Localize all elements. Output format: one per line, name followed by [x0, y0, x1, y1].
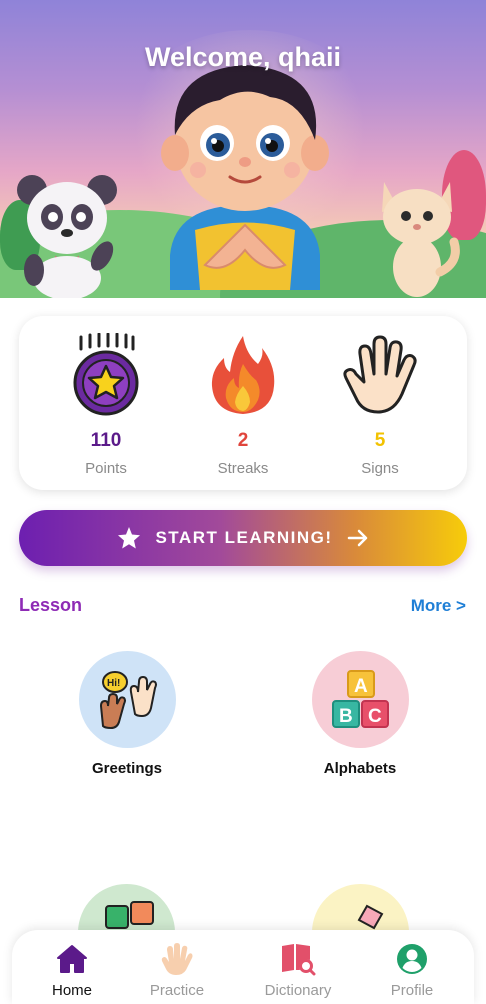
lesson-tile-alphabets[interactable]: A B C Alphabets — [285, 651, 435, 777]
nav-dictionary[interactable]: Dictionary — [248, 942, 348, 999]
nav-dictionary-label: Dictionary — [264, 982, 332, 999]
lesson-name-alphabets: Alphabets — [323, 760, 397, 777]
signs-label: Signs — [361, 460, 399, 477]
svg-text:C: C — [368, 706, 382, 727]
stat-points: 110 Points — [41, 330, 171, 477]
pencil-icon — [357, 904, 384, 930]
hand-icon — [315, 330, 445, 420]
lesson-section-title: Lesson — [19, 595, 83, 615]
nav-profile[interactable]: Profile — [362, 942, 462, 999]
abc-blocks-icon: A B C — [311, 651, 409, 748]
nav-practice-label: Practice — [149, 982, 205, 999]
welcome-title: Welcome, qhaii — [144, 42, 342, 72]
star-medal-icon — [41, 330, 171, 420]
nav-practice[interactable]: Practice — [127, 942, 227, 999]
svg-text:A: A — [354, 676, 368, 697]
hero-banner: Welcome, qhaii — [0, 0, 486, 298]
boy-character-illustration — [161, 65, 329, 290]
dictionary-search-icon — [248, 942, 348, 976]
nav-home[interactable]: Home — [22, 942, 122, 999]
signs-value: 5 — [374, 430, 386, 451]
star-icon — [117, 526, 141, 550]
numbers-blocks-icon — [105, 901, 154, 929]
home-icon — [22, 942, 122, 976]
profile-icon — [362, 942, 462, 976]
lesson-tile-greetings[interactable]: Hi! Greetings — [52, 651, 202, 777]
nav-profile-label: Profile — [390, 982, 434, 999]
stat-streaks: 2 Streaks — [178, 330, 308, 477]
start-learning-button[interactable]: START LEARNING! — [19, 510, 467, 566]
points-label: Points — [85, 460, 127, 477]
svg-text:Hi!: Hi! — [107, 678, 120, 689]
lesson-name-greetings: Greetings — [91, 760, 163, 777]
fire-icon — [178, 330, 308, 420]
greeting-hands-icon: Hi! — [78, 651, 176, 748]
stat-signs: 5 Signs — [315, 330, 445, 477]
points-value: 110 — [90, 430, 122, 451]
streaks-label: Streaks — [217, 460, 269, 477]
svg-text:B: B — [339, 706, 353, 727]
stats-card: 110 Points 2 Streaks 5 Signs — [19, 316, 467, 490]
cat-character-illustration — [382, 182, 460, 297]
panda-character-illustration — [17, 175, 117, 298]
arrow-right-icon — [347, 528, 369, 548]
nav-home-label: Home — [51, 982, 92, 999]
streaks-value: 2 — [237, 430, 249, 451]
bottom-nav: Home Practice Dictionary Profile — [12, 930, 474, 1004]
practice-hand-icon — [127, 942, 227, 976]
start-learning-label: START LEARNING! — [155, 528, 333, 547]
more-link[interactable]: More > — [411, 596, 466, 616]
